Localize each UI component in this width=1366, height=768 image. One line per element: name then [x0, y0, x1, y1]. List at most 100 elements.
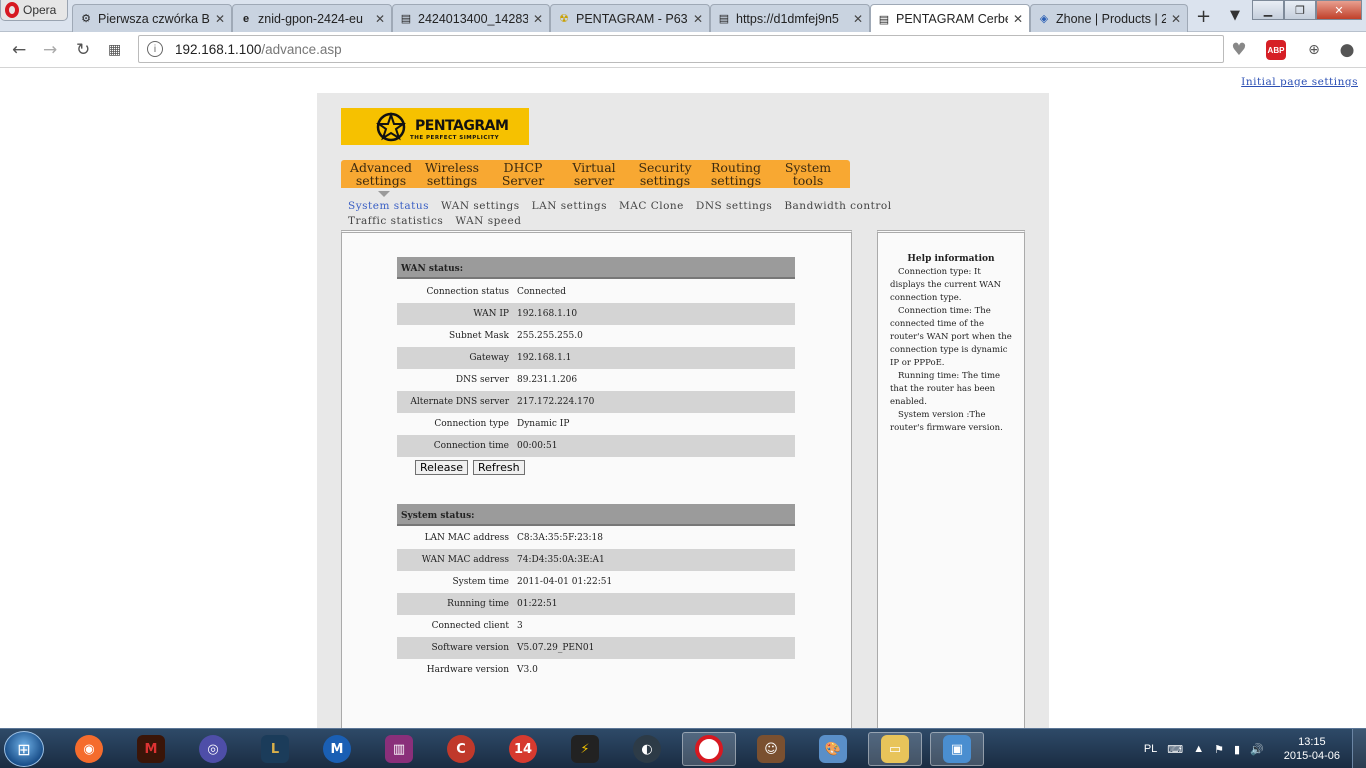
row-label: Connection time — [433, 441, 509, 451]
taskbar-ccleaner[interactable]: C — [434, 732, 488, 766]
speed-dial-grid-icon[interactable]: ▦ — [108, 42, 121, 58]
browser-tab[interactable]: ☢ PENTAGRAM - P630 ✕ — [550, 4, 710, 32]
row-label: Hardware version — [426, 665, 509, 675]
taskbar-app-14[interactable]: 14 — [496, 732, 550, 766]
tab-close-icon[interactable]: ✕ — [693, 12, 703, 26]
taskbar-malwarebytes[interactable]: M — [310, 732, 364, 766]
taskbar-game[interactable]: ☺ — [744, 732, 798, 766]
help-paragraph: Connection time: The connected time of t… — [890, 306, 1012, 368]
tab-close-icon[interactable]: ✕ — [1013, 12, 1023, 26]
nav-routing-settings[interactable]: Routing settings — [701, 160, 771, 187]
taskbar-winrar[interactable]: ▥ — [372, 732, 426, 766]
back-arrow-icon[interactable]: ← — [12, 40, 26, 60]
row-value: 2011-04-01 01:22:51 — [517, 577, 613, 587]
row-value: 74:D4:35:0A:3E:A1 — [517, 555, 605, 565]
browser-tab[interactable]: ⚙ Pierwsza czwórka BE ✕ — [72, 4, 232, 32]
subnav-wan-speed[interactable]: WAN speed — [455, 215, 521, 227]
row-value: Dynamic IP — [517, 419, 570, 429]
minimize-window-button[interactable]: ▁ — [1252, 0, 1284, 20]
browser-tab[interactable]: ◈ Zhone | Products | 2 ✕ — [1030, 4, 1188, 32]
row-value: 01:22:51 — [517, 599, 558, 609]
subnav-lan-settings[interactable]: LAN settings — [532, 200, 607, 212]
table-row: Hardware version V3.0 — [397, 659, 795, 681]
show-hidden-icons-icon[interactable]: ▲ — [1193, 743, 1204, 755]
close-window-button[interactable]: ✕ — [1316, 0, 1362, 20]
site-info-icon[interactable]: i — [147, 41, 163, 57]
nav-label-line2: settings — [710, 173, 762, 188]
clock[interactable]: 13:15 2015-04-06 — [1284, 735, 1340, 763]
maximize-window-button[interactable]: ❐ — [1284, 0, 1316, 20]
nav-virtual-server[interactable]: Virtual server — [559, 160, 629, 187]
tab-close-icon[interactable]: ✕ — [853, 12, 863, 26]
keyboard-icon[interactable]: ⌨ — [1167, 743, 1183, 756]
volume-icon[interactable]: 🔊 — [1250, 743, 1264, 756]
opera-menu-button[interactable]: Opera — [0, 0, 68, 21]
tab-favicon-icon: ▤ — [718, 13, 730, 25]
nav-label-line2: settings — [355, 173, 407, 188]
show-desktop-button[interactable] — [1352, 729, 1366, 768]
taskbar-explorer[interactable]: ▭ — [868, 732, 922, 766]
reload-icon[interactable]: ↻ — [76, 40, 90, 60]
taskbar-winamp[interactable]: ⚡ — [558, 732, 612, 766]
table-row: WAN IP 192.168.1.10 — [397, 303, 795, 325]
subnav-bandwidth-control[interactable]: Bandwidth control — [784, 200, 891, 212]
taskbar-metin[interactable]: M — [124, 732, 178, 766]
nav-system-tools[interactable]: System tools — [773, 160, 843, 187]
adblock-plus-icon[interactable]: ABP — [1266, 40, 1286, 60]
paint-palette-icon: 🎨 — [819, 735, 847, 763]
tab-close-icon[interactable]: ✕ — [1171, 12, 1181, 26]
language-indicator[interactable]: PL — [1144, 743, 1157, 755]
row-label: DNS server — [455, 375, 509, 385]
subnav-dns-settings[interactable]: DNS settings — [696, 200, 772, 212]
clock-date: 2015-04-06 — [1283, 750, 1340, 762]
windows-taskbar: ⊞ ◉ M ◎ L M ▥ C 14 ⚡ ◐ ☺ 🎨 ▭ ▣ PL ⌨ ▲ ⚑ … — [0, 728, 1366, 768]
download-icon[interactable]: ⊕ — [1304, 40, 1324, 60]
row-value: 3 — [517, 621, 523, 631]
row-value: 217.172.224.170 — [517, 397, 595, 407]
browser-tab-bar: Opera ⚙ Pierwsza czwórka BE ✕ e znid-gpo… — [0, 0, 1366, 33]
stash-heart-icon[interactable]: ♥ — [1229, 40, 1249, 60]
table-row: Connection type Dynamic IP — [397, 413, 795, 435]
subnav-traffic-statistics[interactable]: Traffic statistics — [348, 215, 443, 227]
new-tab-button[interactable]: + — [1196, 6, 1211, 27]
action-center-flag-icon[interactable]: ⚑ — [1214, 743, 1224, 756]
row-label: WAN IP — [473, 309, 509, 319]
refresh-button[interactable]: Refresh — [473, 460, 525, 475]
forward-arrow-icon[interactable]: → — [43, 40, 57, 60]
address-bar[interactable]: i 192.168.1.100/advance.asp — [138, 35, 1224, 63]
subnav-wan-settings[interactable]: WAN settings — [441, 200, 520, 212]
taskbar-opera[interactable] — [682, 732, 736, 766]
browser-tab[interactable]: e znid-gpon-2424-eu ✕ — [232, 4, 392, 32]
initial-page-settings-link[interactable]: Initial page settings — [1241, 76, 1358, 88]
subnav-system-status[interactable]: System status — [348, 200, 429, 212]
help-title: Help information — [907, 254, 995, 264]
release-button[interactable]: Release — [415, 460, 468, 475]
subnav-mac-clone[interactable]: MAC Clone — [619, 200, 684, 212]
tab-close-icon[interactable]: ✕ — [533, 12, 543, 26]
nav-security-settings[interactable]: Security settings — [630, 160, 700, 187]
nav-dhcp-server[interactable]: DHCP Server — [488, 160, 558, 187]
tab-close-icon[interactable]: ✕ — [215, 12, 225, 26]
table-row: Alternate DNS server 217.172.224.170 — [397, 391, 795, 413]
taskbar-origin[interactable]: ◉ — [62, 732, 116, 766]
start-button[interactable]: ⊞ — [4, 731, 44, 767]
network-icon[interactable]: ▮ — [1234, 743, 1240, 756]
winamp-icon: ⚡ — [571, 735, 599, 763]
browser-tab[interactable]: ▤ https://d1dmfej9n5 ✕ — [710, 4, 870, 32]
taskbar-paint[interactable]: 🎨 — [806, 732, 860, 766]
browser-tab[interactable]: ▤ 2424013400_14283 ✕ — [392, 4, 550, 32]
row-value: Connected — [517, 287, 566, 297]
tab-close-icon[interactable]: ✕ — [375, 12, 385, 26]
nav-wireless-settings[interactable]: Wireless settings — [417, 160, 487, 187]
taskbar-league[interactable]: L — [248, 732, 302, 766]
nav-advanced-settings[interactable]: Advanced settings — [346, 160, 416, 187]
browser-tab-active[interactable]: ▤ PENTAGRAM Cerbe ✕ — [870, 4, 1030, 33]
account-icon[interactable]: ● — [1337, 40, 1357, 60]
taskbar-control-panel[interactable]: ▣ — [930, 732, 984, 766]
tab-menu-button[interactable]: ▼ — [1230, 8, 1240, 23]
control-panel-icon: ▣ — [943, 735, 971, 763]
row-value: 255.255.255.0 — [517, 331, 583, 341]
taskbar-teamspeak[interactable]: ◐ — [620, 732, 674, 766]
taskbar-bittorrent[interactable]: ◎ — [186, 732, 240, 766]
row-label: LAN MAC address — [424, 533, 509, 543]
